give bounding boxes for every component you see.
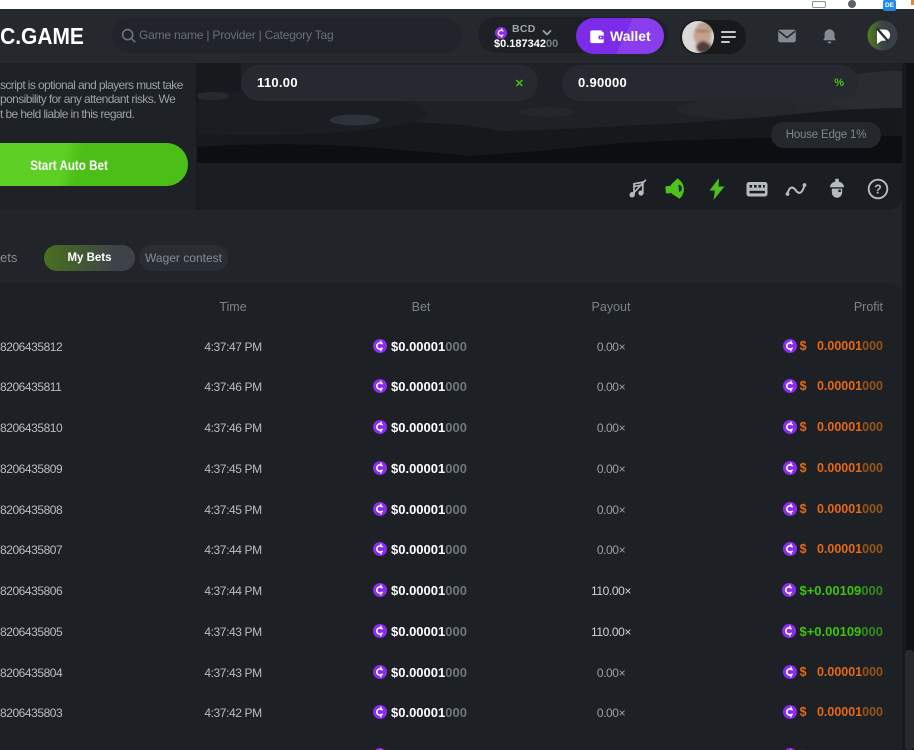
svg-text:?: ? — [874, 183, 882, 197]
